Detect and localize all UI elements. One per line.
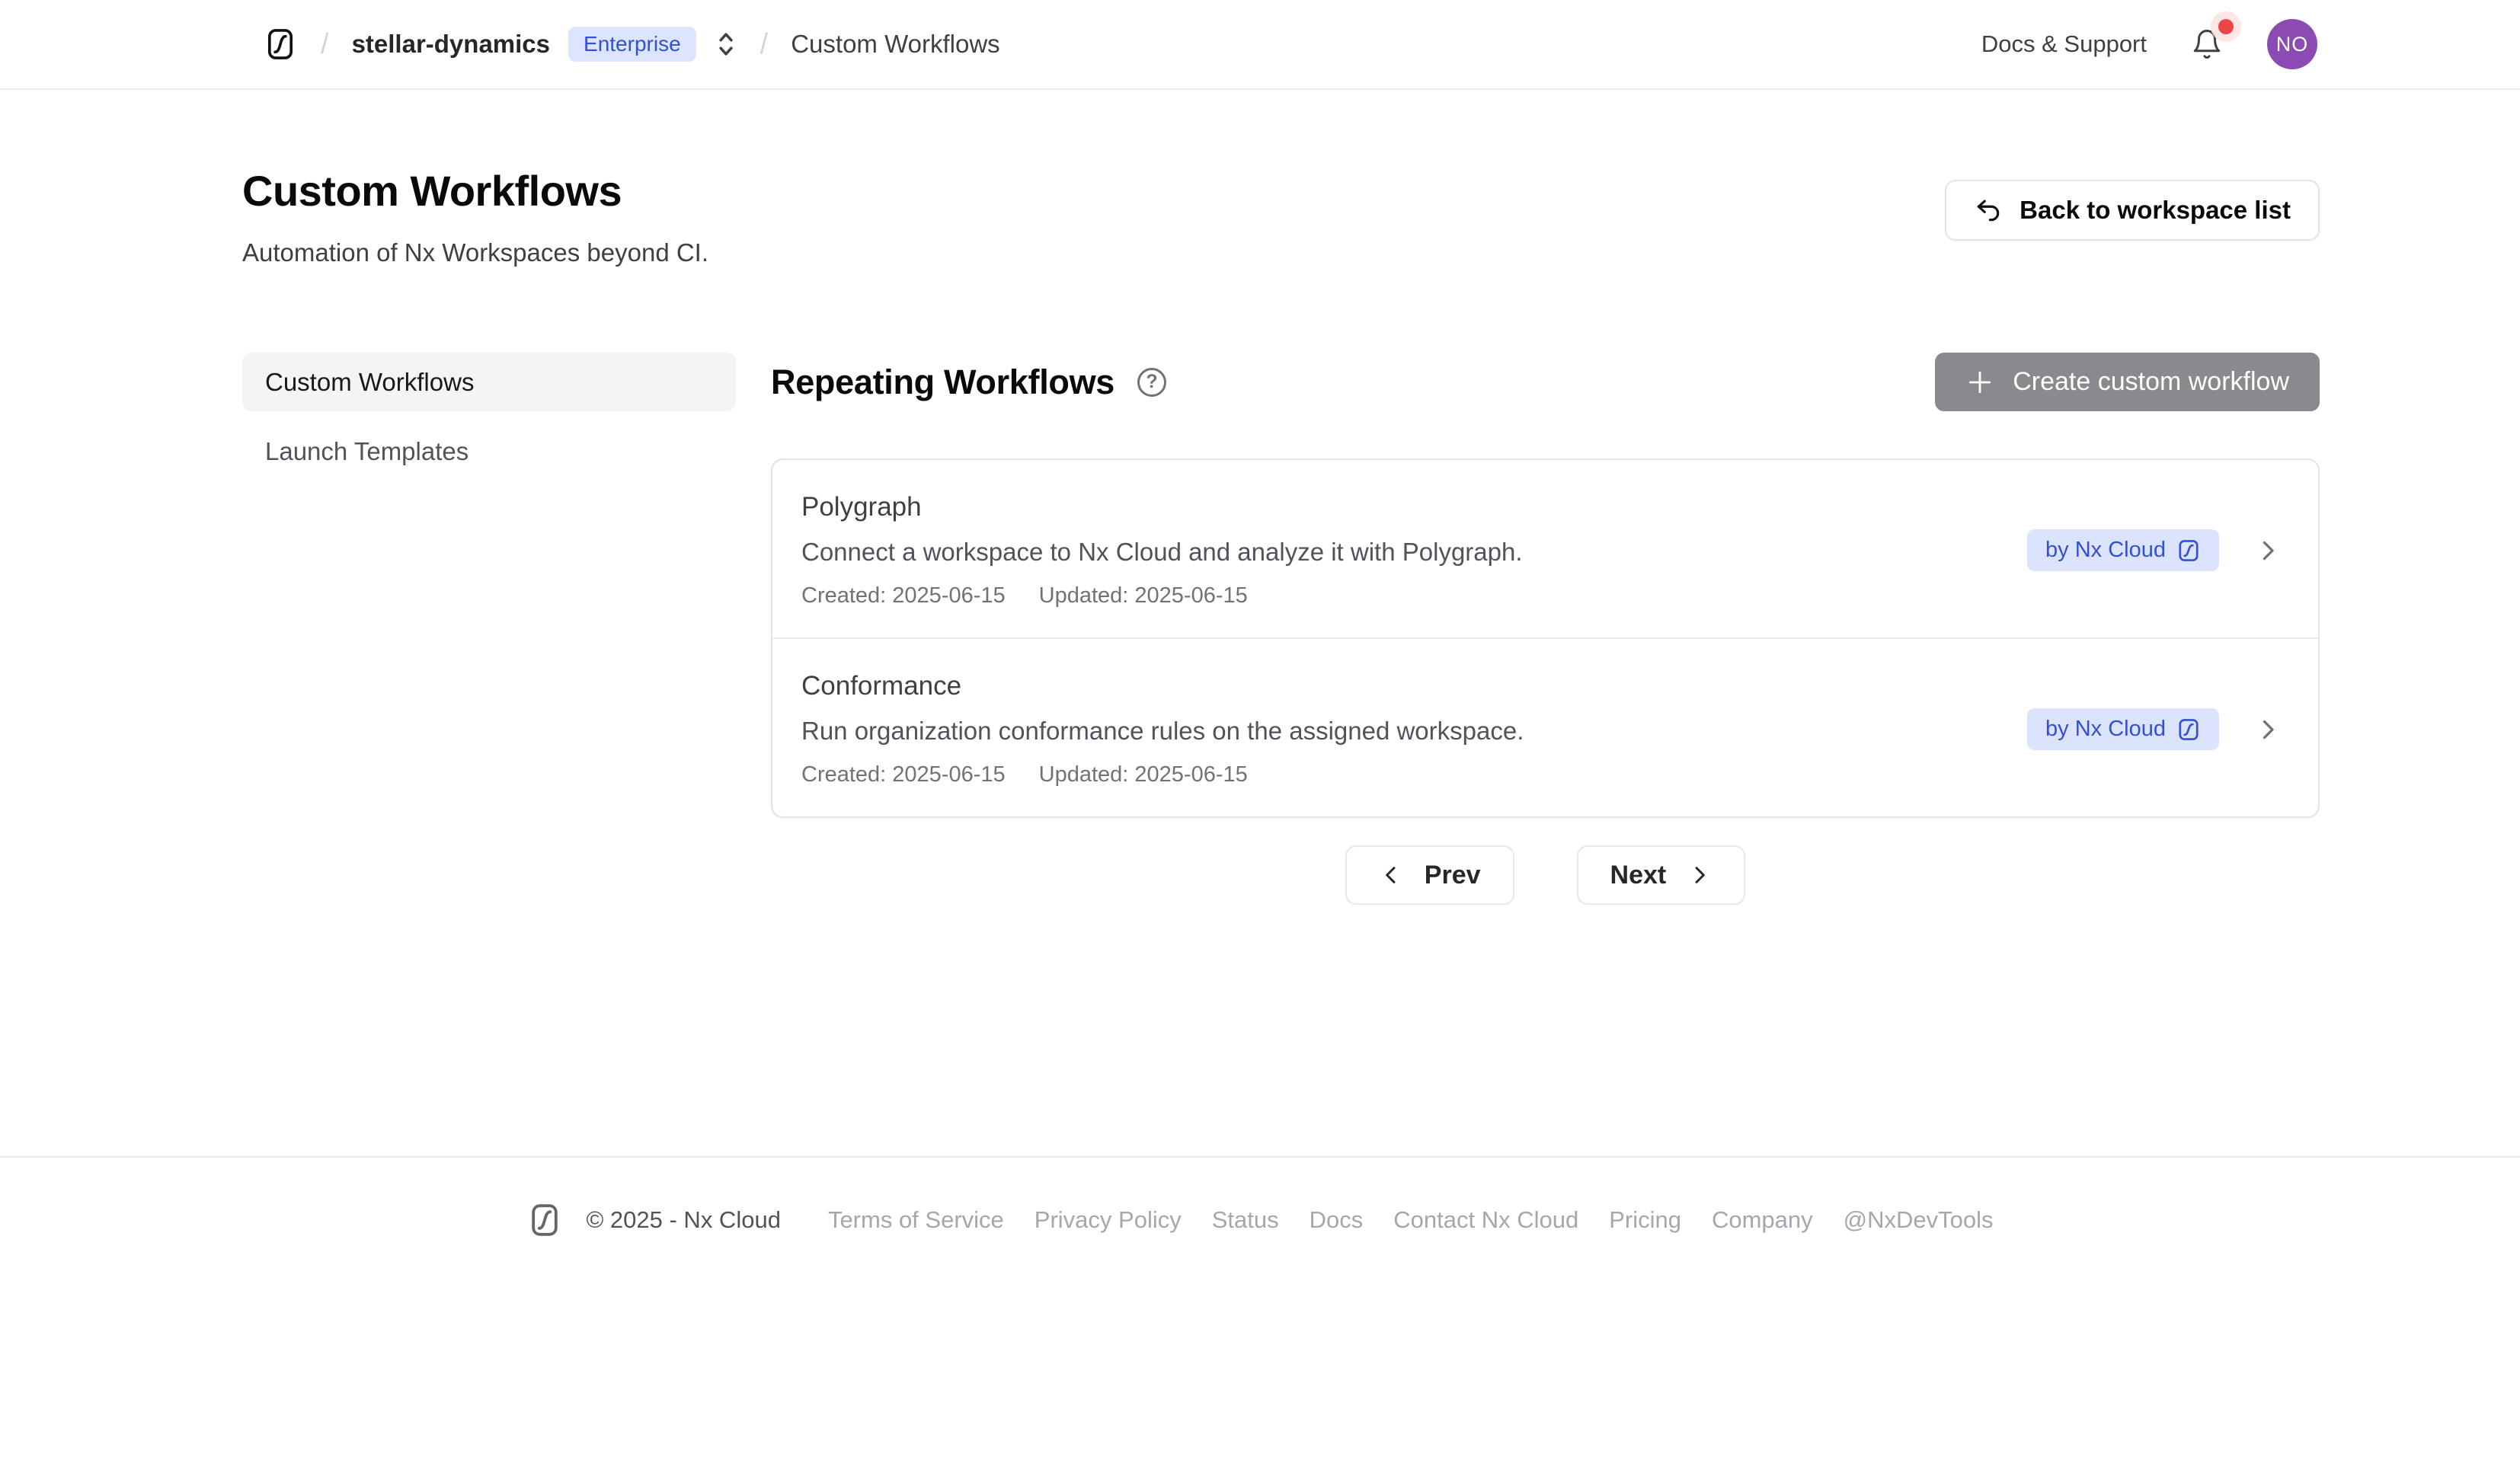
enterprise-badge: Enterprise <box>568 27 696 62</box>
by-nx-cloud-badge[interactable]: by Nx Cloud <box>2027 708 2219 750</box>
docs-support-link[interactable]: Docs & Support <box>1981 30 2147 58</box>
workflow-row-side: by Nx Cloud <box>2027 708 2282 750</box>
page-subtitle: Automation of Nx Workspaces beyond CI. <box>242 238 708 267</box>
help-icon[interactable]: ? <box>1137 368 1166 397</box>
create-button-label: Create custom workflow <box>2013 367 2289 397</box>
prev-button[interactable]: Prev <box>1345 845 1514 905</box>
settings-sidebar: Custom Workflows Launch Templates <box>242 353 736 905</box>
workflows-card: Polygraph Connect a workspace to Nx Clou… <box>771 458 2320 818</box>
footer-link-nxdevtools[interactable]: @NxDevTools <box>1844 1206 1994 1234</box>
footer-link-status[interactable]: Status <box>1212 1206 1279 1234</box>
plus-icon <box>1965 368 1994 397</box>
footer-links: Terms of Service Privacy Policy Status D… <box>828 1206 1994 1234</box>
back-to-workspace-list-button[interactable]: Back to workspace list <box>1945 180 2320 241</box>
top-nav-bar: / stellar-dynamics Enterprise / Custom W… <box>0 0 2520 90</box>
workflow-row-conformance[interactable]: Conformance Run organization conformance… <box>772 637 2318 816</box>
badge-label: by Nx Cloud <box>2045 717 2166 742</box>
workspace-name: stellar-dynamics <box>352 30 550 59</box>
workflow-info: Polygraph Connect a workspace to Nx Clou… <box>801 492 1523 609</box>
footer-link-contact[interactable]: Contact Nx Cloud <box>1393 1206 1578 1234</box>
workspace-switcher[interactable]: stellar-dynamics Enterprise <box>352 27 737 62</box>
nx-footer-logo-icon <box>526 1202 563 1238</box>
chevron-right-icon <box>1687 863 1712 887</box>
workflow-row-polygraph[interactable]: Polygraph Connect a workspace to Nx Clou… <box>772 460 2318 637</box>
workflow-info: Conformance Run organization conformance… <box>801 671 1524 787</box>
workflow-description: Run organization conformance rules on th… <box>801 717 1524 746</box>
notification-dot <box>2218 19 2234 34</box>
breadcrumb-separator: / <box>321 28 329 61</box>
workflow-created: Created: 2025-06-15 <box>801 762 1006 787</box>
chevron-up-down-icon[interactable] <box>715 30 737 59</box>
workflow-name: Polygraph <box>801 492 1523 522</box>
workflow-meta: Created: 2025-06-15 Updated: 2025-06-15 <box>801 762 1524 787</box>
create-custom-workflow-button[interactable]: Create custom workflow <box>1935 353 2320 411</box>
page-header: Custom Workflows Automation of Nx Worksp… <box>242 90 2320 267</box>
nx-logo-icon <box>2176 538 2201 563</box>
next-label: Next <box>1610 861 1667 890</box>
workflow-name: Conformance <box>801 671 1524 701</box>
bell-icon <box>2191 28 2223 60</box>
sidebar-item-custom-workflows[interactable]: Custom Workflows <box>242 353 736 411</box>
footer-content: © 2025 - Nx Cloud Terms of Service Priva… <box>0 1158 2520 1238</box>
next-button[interactable]: Next <box>1577 845 1746 905</box>
workflow-updated: Updated: 2025-06-15 <box>1039 762 1248 787</box>
prev-label: Prev <box>1425 861 1481 890</box>
footer-link-docs[interactable]: Docs <box>1310 1206 1364 1234</box>
page-title: Custom Workflows <box>242 166 708 216</box>
footer-link-pricing[interactable]: Pricing <box>1609 1206 1681 1234</box>
workflow-row-side: by Nx Cloud <box>2027 529 2282 571</box>
nx-logo-icon[interactable] <box>263 27 298 62</box>
pagination: Prev Next <box>771 845 2320 905</box>
section-header: Repeating Workflows ? Create custom work… <box>771 353 2320 411</box>
workflow-description: Connect a workspace to Nx Cloud and anal… <box>801 538 1523 567</box>
footer-link-terms[interactable]: Terms of Service <box>828 1206 1004 1234</box>
workflow-created: Created: 2025-06-15 <box>801 583 1006 609</box>
breadcrumb-current-page: Custom Workflows <box>791 30 999 59</box>
badge-label: by Nx Cloud <box>2045 538 2166 563</box>
section-title: Repeating Workflows <box>771 363 1114 402</box>
user-avatar[interactable]: NO <box>2267 19 2317 69</box>
breadcrumb-separator: / <box>760 28 769 61</box>
return-left-arrow-icon <box>1974 196 2003 225</box>
copyright-text: © 2025 - Nx Cloud <box>586 1206 780 1234</box>
footer-link-company[interactable]: Company <box>1712 1206 1813 1234</box>
main-content: Custom Workflows Automation of Nx Worksp… <box>242 90 2320 905</box>
workflow-updated: Updated: 2025-06-15 <box>1039 583 1248 609</box>
chevron-right-icon <box>2254 716 2282 743</box>
breadcrumb: / stellar-dynamics Enterprise / Custom W… <box>263 27 1000 62</box>
back-button-label: Back to workspace list <box>2020 196 2291 225</box>
footer-link-privacy[interactable]: Privacy Policy <box>1035 1206 1182 1234</box>
page-footer: © 2025 - Nx Cloud Terms of Service Priva… <box>0 1156 2520 1238</box>
chevron-left-icon <box>1379 863 1403 887</box>
by-nx-cloud-badge[interactable]: by Nx Cloud <box>2027 529 2219 571</box>
section-title-wrap: Repeating Workflows ? <box>771 363 1166 402</box>
top-nav-actions: Docs & Support NO <box>1981 19 2317 69</box>
page-title-block: Custom Workflows Automation of Nx Worksp… <box>242 166 708 267</box>
notifications-button[interactable] <box>2186 24 2227 65</box>
repeating-workflows-section: Repeating Workflows ? Create custom work… <box>771 353 2320 905</box>
nx-logo-icon <box>2176 717 2201 742</box>
body-grid: Custom Workflows Launch Templates Repeat… <box>242 353 2320 905</box>
sidebar-item-launch-templates[interactable]: Launch Templates <box>242 422 736 481</box>
workflow-meta: Created: 2025-06-15 Updated: 2025-06-15 <box>801 583 1523 609</box>
chevron-right-icon <box>2254 537 2282 564</box>
